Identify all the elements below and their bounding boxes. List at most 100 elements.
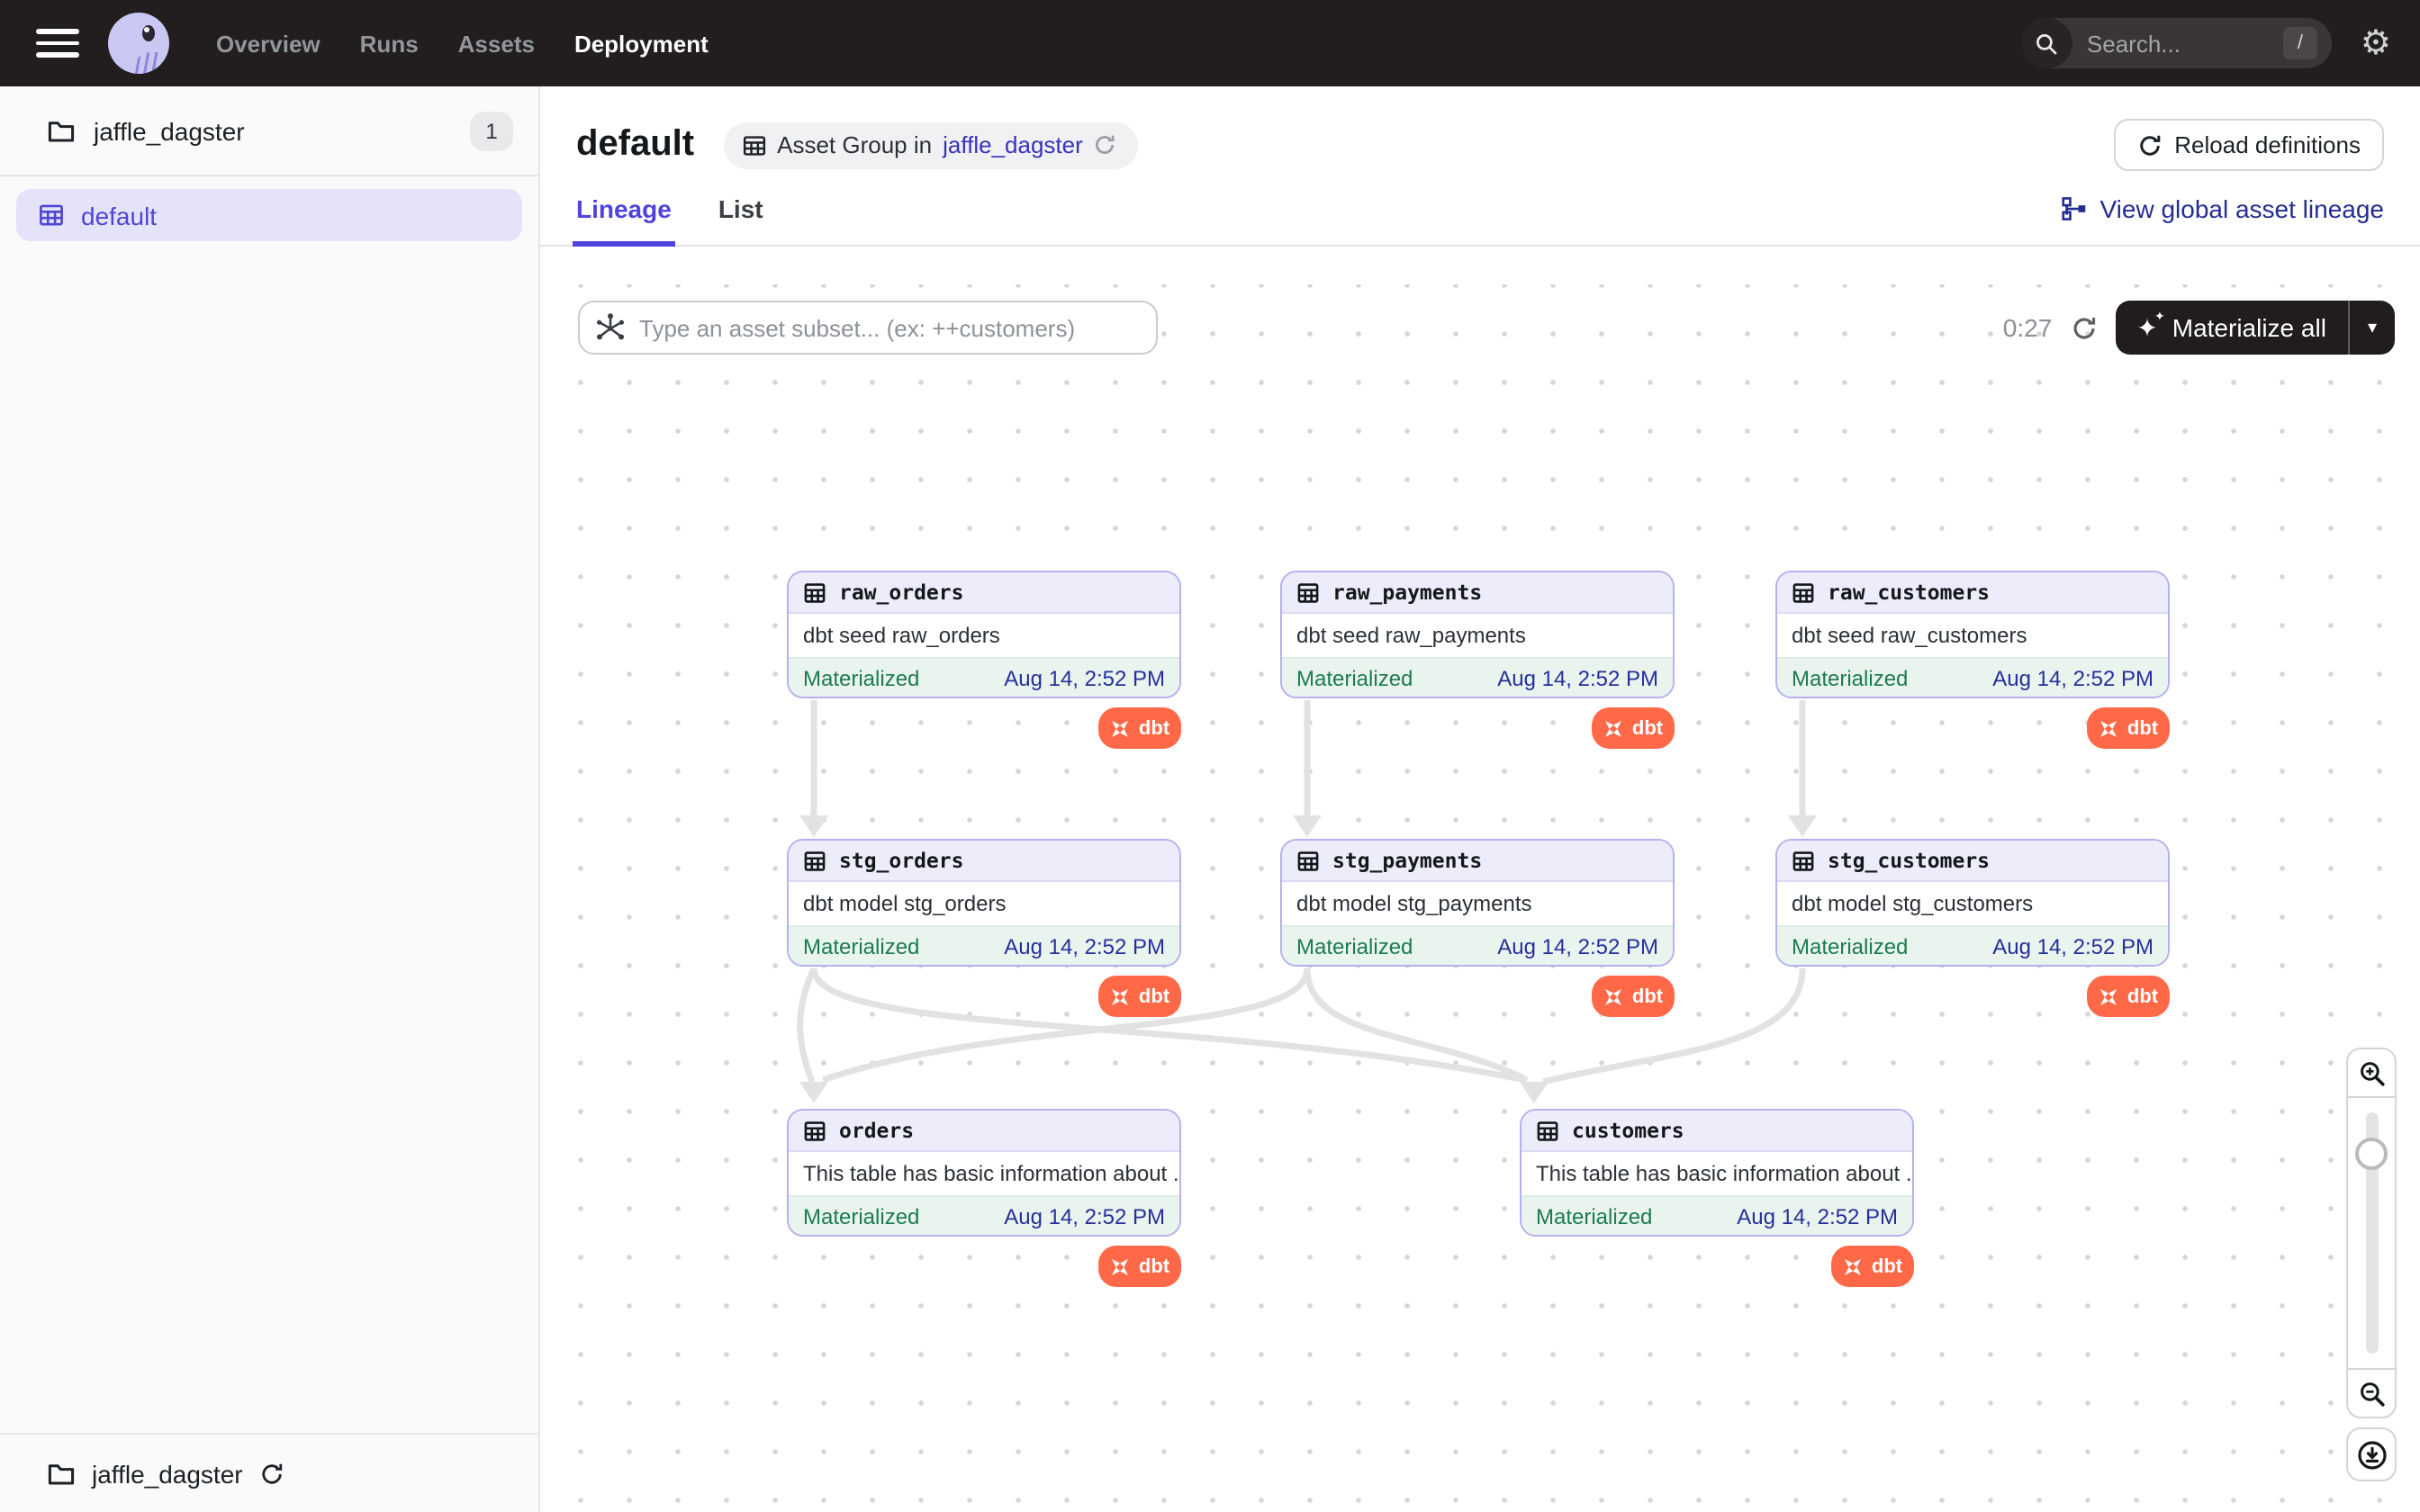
- dbt-badge-label: dbt: [2127, 717, 2158, 739]
- asset-subset-icon: [594, 311, 627, 344]
- logo-eye: [142, 25, 155, 41]
- dbt-badge-label: dbt: [1872, 1256, 1902, 1277]
- table-icon: [803, 580, 826, 604]
- asset-name: stg_customers: [1828, 848, 1990, 873]
- primary-nav: Overview Runs Assets Deployment: [216, 30, 709, 57]
- sidebar-item-label: default: [81, 201, 157, 230]
- table-icon: [1792, 849, 1815, 872]
- materialize-all-split-button: ✦✦ Materialize all ▾: [2115, 301, 2395, 355]
- asset-description: dbt model stg_payments: [1282, 882, 1673, 925]
- hamburger-menu-icon[interactable]: [36, 29, 79, 58]
- materialize-all-button[interactable]: ✦✦ Materialize all: [2115, 301, 2348, 355]
- dbt-logo-icon: [2099, 986, 2120, 1007]
- materialized-timestamp[interactable]: Aug 14, 2:52 PM: [1497, 933, 1658, 958]
- dbt-badge[interactable]: dbt: [1098, 707, 1181, 749]
- zoom-out-button[interactable]: [2346, 1368, 2397, 1418]
- table-icon: [1536, 1119, 1559, 1142]
- logo-tentacles: [133, 52, 162, 74]
- search-input[interactable]: [2087, 30, 2267, 57]
- asset-node-raw-orders[interactable]: raw_orders dbt seed raw_orders Materiali…: [787, 571, 1181, 698]
- dbt-badge-label: dbt: [1139, 986, 1169, 1007]
- table-icon: [1792, 580, 1815, 604]
- zoom-in-icon: [2358, 1059, 2385, 1086]
- tab-list[interactable]: List: [718, 194, 763, 245]
- asset-description: dbt model stg_customers: [1777, 882, 2168, 925]
- search-shortcut-key: /: [2283, 27, 2317, 59]
- asset-node-raw-payments[interactable]: raw_payments dbt seed raw_payments Mater…: [1280, 571, 1675, 698]
- zoom-in-button[interactable]: [2346, 1048, 2397, 1098]
- lineage-graph-canvas[interactable]: 0:27 ✦✦ Materialize all ▾: [540, 284, 2420, 1512]
- dbt-badge[interactable]: dbt: [1592, 976, 1675, 1017]
- materialized-timestamp[interactable]: Aug 14, 2:52 PM: [1497, 665, 1658, 690]
- asset-description: dbt seed raw_orders: [789, 614, 1179, 657]
- asset-node-raw-customers[interactable]: raw_customers dbt seed raw_customers Mat…: [1775, 571, 2170, 698]
- asset-name: raw_orders: [839, 580, 964, 605]
- zoom-slider-track[interactable]: [2346, 1098, 2397, 1368]
- dbt-logo-icon: [1110, 986, 1132, 1007]
- asset-group-pill-link[interactable]: jaffle_dagster: [943, 131, 1083, 158]
- materialized-status: Materialized: [1792, 933, 1908, 958]
- reload-definitions-button[interactable]: Reload definitions: [2113, 119, 2384, 171]
- refresh-icon[interactable]: [2070, 314, 2097, 341]
- reload-icon[interactable]: [1094, 133, 1117, 157]
- asset-name: customers: [1572, 1118, 1684, 1143]
- dbt-badge-label: dbt: [1139, 1256, 1169, 1277]
- dbt-badge[interactable]: dbt: [1098, 1246, 1181, 1287]
- graph-toolbar: 0:27 ✦✦ Materialize all ▾: [540, 284, 2420, 371]
- materialized-status: Materialized: [1296, 665, 1413, 690]
- dagster-logo[interactable]: [108, 13, 169, 74]
- materialized-timestamp[interactable]: Aug 14, 2:52 PM: [1992, 933, 2154, 958]
- asset-description: dbt seed raw_payments: [1282, 614, 1673, 657]
- tab-lineage[interactable]: Lineage: [576, 194, 672, 245]
- dbt-badge[interactable]: dbt: [1831, 1246, 1914, 1287]
- dbt-badge[interactable]: dbt: [1098, 976, 1181, 1017]
- materialized-status: Materialized: [1536, 1203, 1652, 1228]
- nav-item-assets[interactable]: Assets: [458, 30, 535, 57]
- sidebar-project-jaffle-dagster[interactable]: jaffle_dagster 1: [0, 86, 538, 175]
- dbt-badge-label: dbt: [2127, 986, 2158, 1007]
- asset-description: This table has basic information about .…: [1522, 1152, 1912, 1195]
- dbt-badge-label: dbt: [1139, 717, 1169, 739]
- asset-node-stg-payments[interactable]: stg_payments dbt model stg_payments Mate…: [1280, 839, 1675, 967]
- zoom-out-icon: [2358, 1380, 2385, 1407]
- dbt-badge[interactable]: dbt: [2087, 976, 2170, 1017]
- table-icon: [1296, 580, 1320, 604]
- materialized-timestamp[interactable]: Aug 14, 2:52 PM: [1992, 665, 2154, 690]
- zoom-slider-handle[interactable]: [2355, 1138, 2388, 1170]
- dbt-badge[interactable]: dbt: [1592, 707, 1675, 749]
- lineage-graph-icon: [2063, 196, 2088, 221]
- dbt-logo-icon: [1603, 986, 1625, 1007]
- gear-icon[interactable]: ⚙: [2361, 26, 2391, 60]
- dbt-logo-icon: [2099, 717, 2120, 739]
- view-global-asset-lineage-link[interactable]: View global asset lineage: [2063, 194, 2385, 245]
- nav-item-overview[interactable]: Overview: [216, 30, 321, 57]
- materialized-timestamp[interactable]: Aug 14, 2:52 PM: [1004, 933, 1165, 958]
- materialized-timestamp[interactable]: Aug 14, 2:52 PM: [1004, 665, 1165, 690]
- search-icon: [2022, 18, 2072, 68]
- materialize-dropdown-caret[interactable]: ▾: [2350, 318, 2395, 338]
- asset-node-stg-orders[interactable]: stg_orders dbt model stg_orders Material…: [787, 839, 1181, 967]
- nav-item-runs[interactable]: Runs: [360, 30, 419, 57]
- reload-icon[interactable]: [259, 1461, 284, 1486]
- download-image-button[interactable]: [2346, 1427, 2397, 1481]
- global-search[interactable]: /: [2022, 18, 2332, 68]
- sidebar-footer: jaffle_dagster: [0, 1433, 538, 1512]
- page-title: default: [576, 124, 694, 166]
- asset-node-stg-customers[interactable]: stg_customers dbt model stg_customers Ma…: [1775, 839, 2170, 967]
- folder-icon: [47, 116, 76, 145]
- nav-item-deployment[interactable]: Deployment: [574, 30, 709, 57]
- materialize-all-label: Materialize all: [2172, 313, 2326, 342]
- materialized-timestamp[interactable]: Aug 14, 2:52 PM: [1004, 1203, 1165, 1228]
- asset-node-customers[interactable]: customers This table has basic informati…: [1520, 1109, 1914, 1237]
- asset-name: stg_payments: [1332, 848, 1482, 873]
- table-icon: [803, 849, 826, 872]
- asset-subset-input[interactable]: [578, 301, 1158, 355]
- asset-group-pill-text: Asset Group in: [777, 131, 932, 158]
- sidebar-item-default[interactable]: default: [16, 189, 522, 241]
- dbt-badge[interactable]: dbt: [2087, 707, 2170, 749]
- asset-node-orders[interactable]: orders This table has basic information …: [787, 1109, 1181, 1237]
- materialized-status: Materialized: [803, 933, 919, 958]
- materialized-timestamp[interactable]: Aug 14, 2:52 PM: [1737, 1203, 1898, 1228]
- download-icon: [2356, 1439, 2387, 1470]
- top-navigation-bar: Overview Runs Assets Deployment / ⚙: [0, 0, 2420, 86]
